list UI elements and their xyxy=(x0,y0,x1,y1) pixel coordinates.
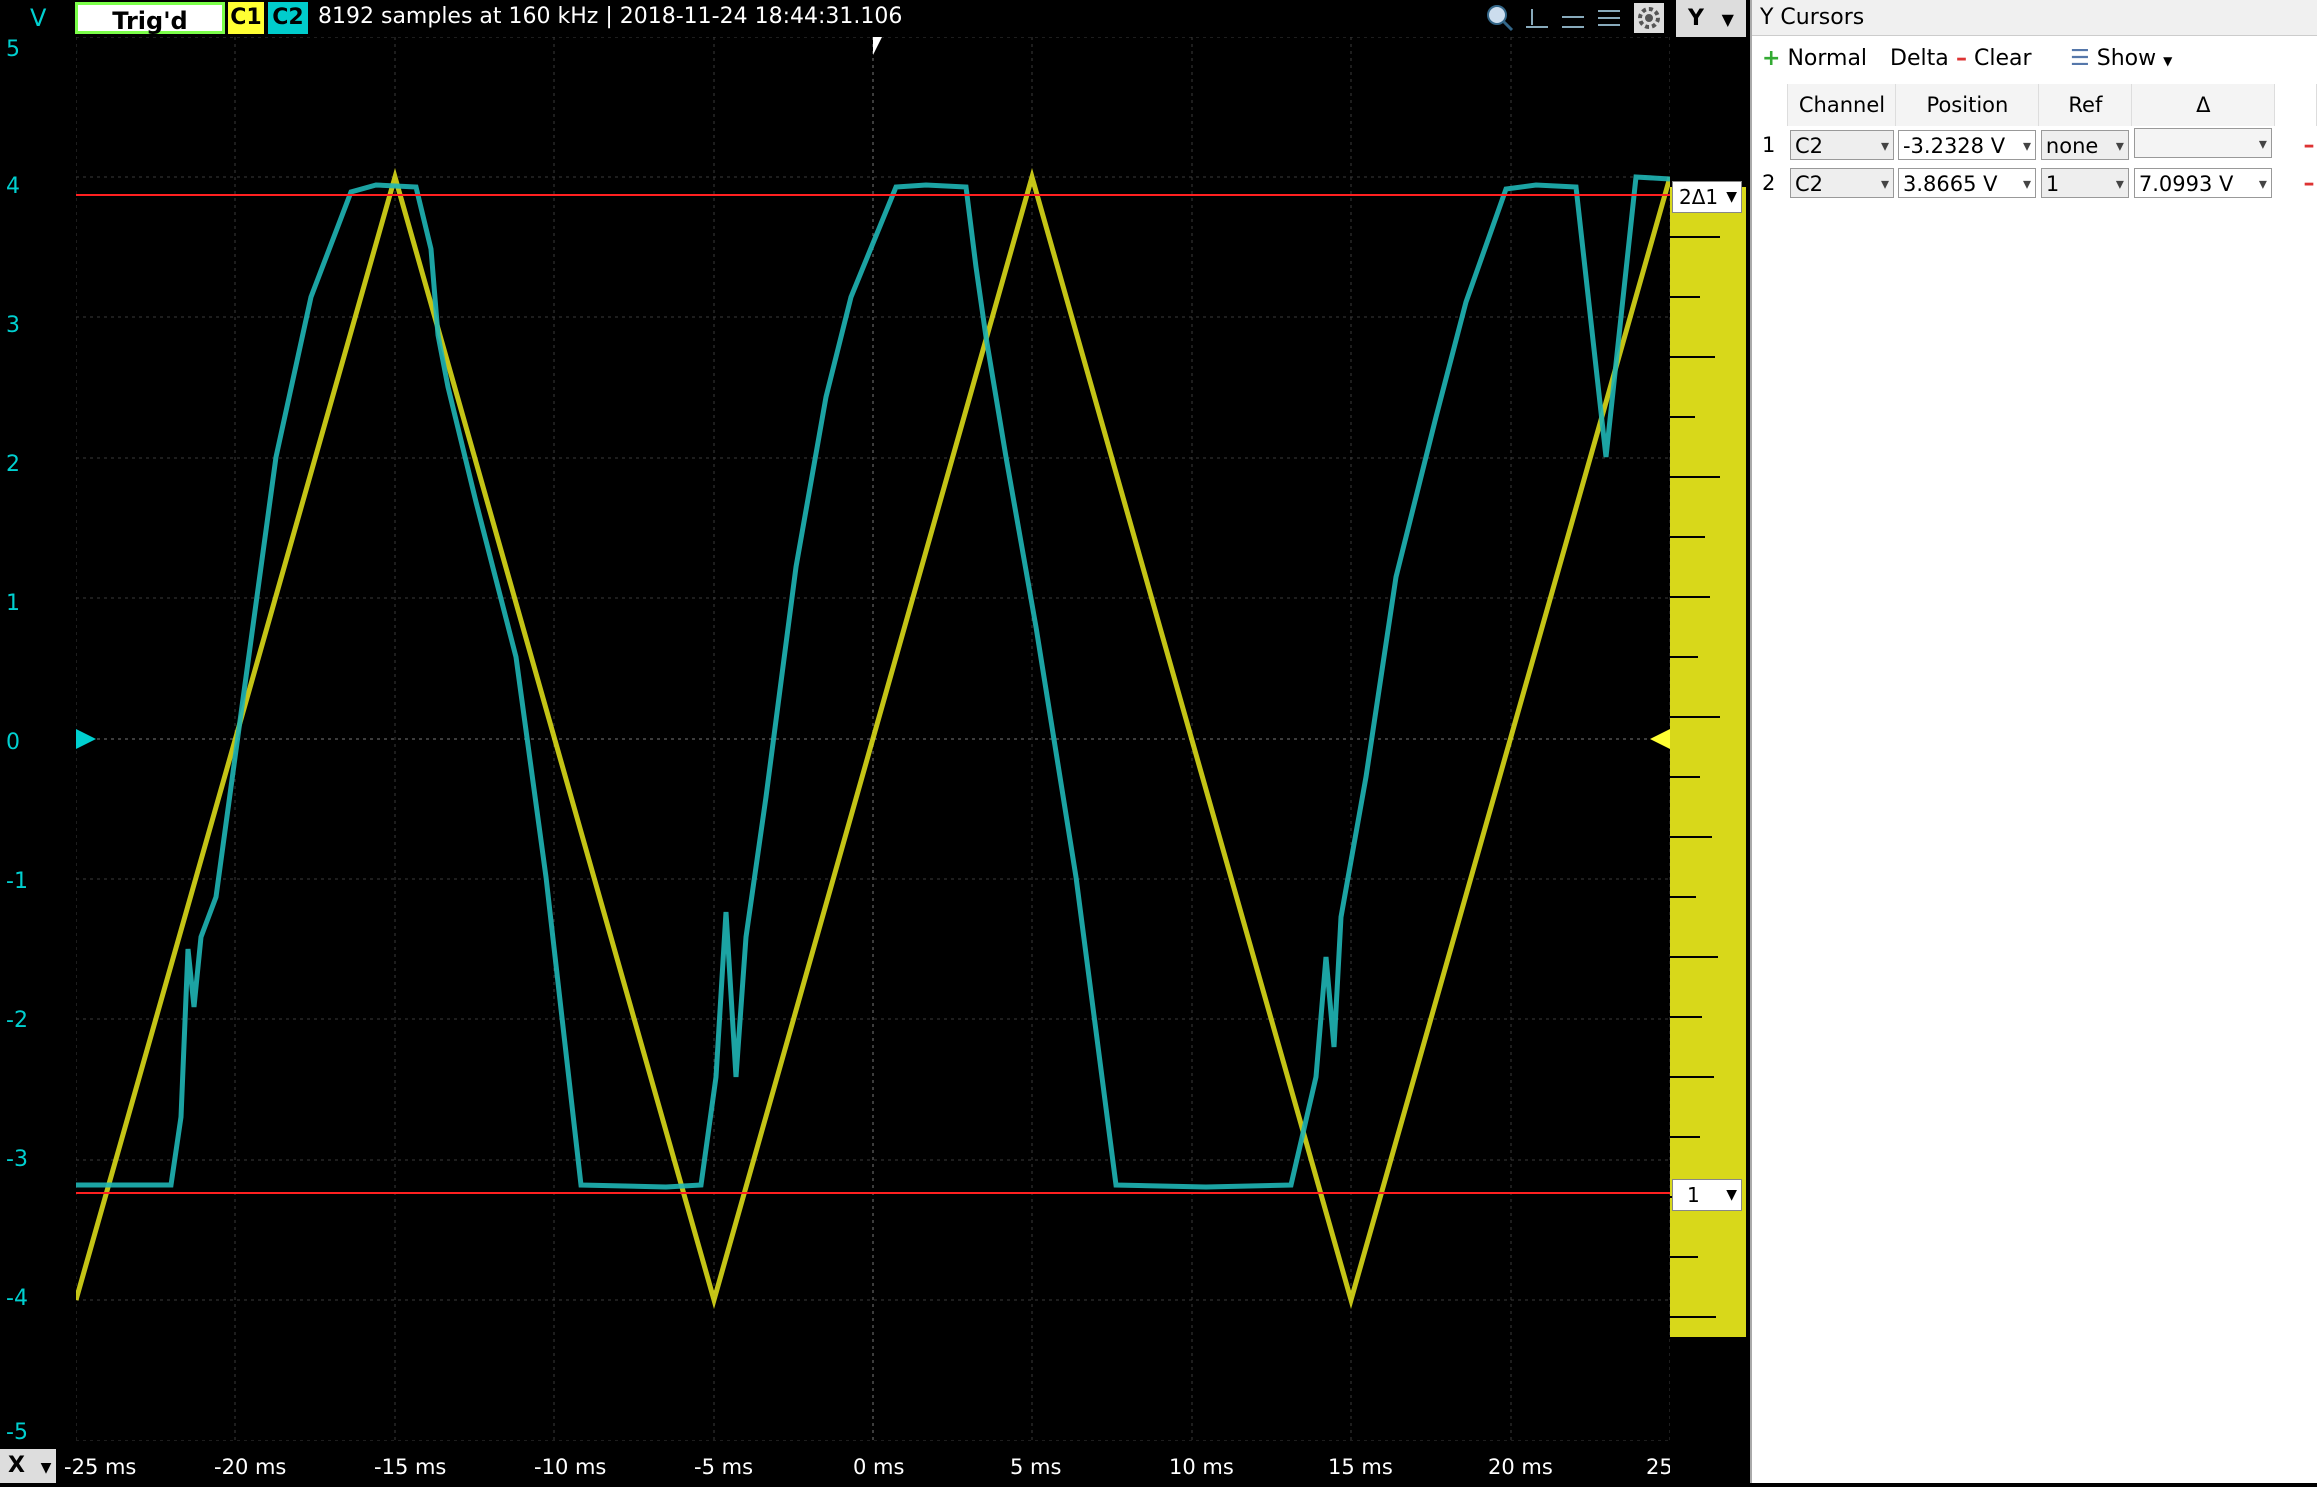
chevron-down-icon: ▼ xyxy=(1721,10,1734,29)
delta-select[interactable] xyxy=(2133,127,2272,159)
table-row: 1 C2 -3.2328 V none – xyxy=(1760,126,2317,164)
chevron-down-icon: ▼ xyxy=(2163,54,2173,68)
x-tick-label: 0 ms xyxy=(853,1455,905,1479)
position-input[interactable]: -3.2328 V xyxy=(1897,130,2036,161)
toolbar: V Trig'd C1 C2 8192 samples at 160 kHz |… xyxy=(0,0,1746,37)
x-tick-label: -10 ms xyxy=(534,1455,607,1479)
show-menu-button[interactable]: ☰ Show ▼ xyxy=(2070,46,2172,71)
column-header[interactable]: Channel xyxy=(1787,84,1897,126)
y-tick-label: 2 xyxy=(6,452,20,477)
cursor-tool-icon[interactable] xyxy=(1522,3,1552,33)
y-tick-label: -2 xyxy=(6,1008,28,1033)
y-axis-button[interactable]: Y ▼ xyxy=(1676,0,1746,37)
chevron-down-icon: ▼ xyxy=(40,1460,52,1476)
x-axis-labels: -25 ms -20 ms -15 ms -10 ms -5 ms 0 ms 5… xyxy=(56,1449,1746,1483)
right-scale-strip: 2Δ1 ▼ 1 ▼ xyxy=(1670,37,1746,1483)
channel-1-button[interactable]: C1 xyxy=(228,2,264,34)
column-header[interactable]: Ref xyxy=(2038,84,2133,126)
x-tick-label: -5 ms xyxy=(694,1455,754,1479)
clear-label: Clear xyxy=(1974,46,2032,71)
x-axis-button[interactable]: X ▼ xyxy=(0,1449,56,1483)
y-tick-label: -3 xyxy=(6,1147,28,1172)
trigger-status-badge[interactable]: Trig'd xyxy=(75,2,225,35)
column-header[interactable]: Position xyxy=(1895,84,2040,126)
panel-title: Y Cursors xyxy=(1752,0,2317,36)
table-row: 2 C2 3.8665 V 1 7.0993 V – xyxy=(1760,164,2317,202)
channel-2-button[interactable]: C2 xyxy=(268,2,308,34)
column-header[interactable]: Δ xyxy=(2131,84,2276,126)
chevron-down-icon: ▼ xyxy=(1726,189,1737,205)
y-tick-label: -4 xyxy=(6,1286,28,1311)
y-tick-label: 3 xyxy=(6,313,20,338)
y-axis-labels: 5 4 3 2 1 0 -1 -2 -3 -4 -5 xyxy=(0,37,76,1449)
y-axis-button-label: Y xyxy=(1688,6,1704,31)
row-index: 1 xyxy=(1762,133,1776,157)
minus-icon: – xyxy=(1956,46,1967,71)
x-tick-label: 10 ms xyxy=(1169,1455,1234,1479)
measure-icon[interactable] xyxy=(1558,3,1588,33)
y-tick-label: 1 xyxy=(6,591,20,616)
y-tick-label: 0 xyxy=(6,730,20,755)
add-delta-button[interactable]: Delta xyxy=(1890,46,1949,71)
show-label: Show xyxy=(2096,46,2157,71)
x-tick-label: 5 ms xyxy=(1010,1455,1062,1479)
y-cursors-panel: Y Cursors + Normal Delta – Clear ☰ Show … xyxy=(1750,0,2317,1483)
delete-cursor-icon[interactable]: – xyxy=(2304,171,2315,196)
cursor-1-tag-label: 1 xyxy=(1687,1183,1700,1207)
scope-plot[interactable] xyxy=(73,35,1673,1442)
x-tick-label: -25 ms xyxy=(64,1455,137,1479)
list-icon[interactable] xyxy=(1594,3,1624,33)
position-input[interactable]: 3.8665 V xyxy=(1897,168,2036,199)
y-tick-label: 5 xyxy=(6,37,20,62)
add-delta-label: Delta xyxy=(1890,46,1949,71)
x-axis-button-label: X xyxy=(8,1453,25,1478)
delta-select[interactable]: 7.0993 V xyxy=(2133,168,2272,199)
panel-toolbar: + Normal Delta – Clear ☰ Show ▼ xyxy=(1752,40,2317,80)
chevron-down-icon: ▼ xyxy=(1726,1187,1737,1203)
row-index: 2 xyxy=(1762,171,1776,195)
waveform-display xyxy=(73,35,1673,1442)
add-normal-button[interactable]: + Normal xyxy=(1762,46,1867,71)
zoom-icon[interactable] xyxy=(1485,3,1515,33)
x-tick-label: 15 ms xyxy=(1328,1455,1393,1479)
add-normal-label: Normal xyxy=(1787,46,1868,71)
cursor-table: Channel Position Ref Δ 1 C2 -3.2328 V no… xyxy=(1760,84,2317,202)
acquisition-info: 8192 samples at 160 kHz | 2018-11-24 18:… xyxy=(318,4,903,29)
ref-select[interactable]: 1 xyxy=(2040,168,2129,199)
x-tick-label: 20 ms xyxy=(1488,1455,1553,1479)
delete-cursor-icon[interactable]: – xyxy=(2304,133,2315,158)
ref-select[interactable]: none xyxy=(2040,130,2129,161)
cursor-1-tag[interactable]: 1 ▼ xyxy=(1672,1179,1742,1211)
x-tick-label: -15 ms xyxy=(374,1455,447,1479)
y-unit-label: V xyxy=(30,4,47,32)
y-tick-label: -1 xyxy=(6,869,28,894)
channel-select[interactable]: C2 xyxy=(1789,168,1894,199)
table-icon: ☰ xyxy=(2070,46,2090,71)
amplitude-strip xyxy=(1670,187,1746,1337)
y-tick-label: -5 xyxy=(6,1420,28,1445)
channel-select[interactable]: C2 xyxy=(1789,130,1894,161)
table-header-row: Channel Position Ref Δ xyxy=(1760,84,2317,126)
cursor-2-tag-label: 2Δ1 xyxy=(1679,185,1719,209)
plus-icon: + xyxy=(1762,46,1781,71)
clear-button[interactable]: – Clear xyxy=(1956,46,2032,71)
x-tick-label: -20 ms xyxy=(214,1455,287,1479)
y-tick-label: 4 xyxy=(6,174,20,199)
settings-icon[interactable] xyxy=(1634,3,1664,33)
cursor-2-tag[interactable]: 2Δ1 ▼ xyxy=(1672,181,1742,213)
